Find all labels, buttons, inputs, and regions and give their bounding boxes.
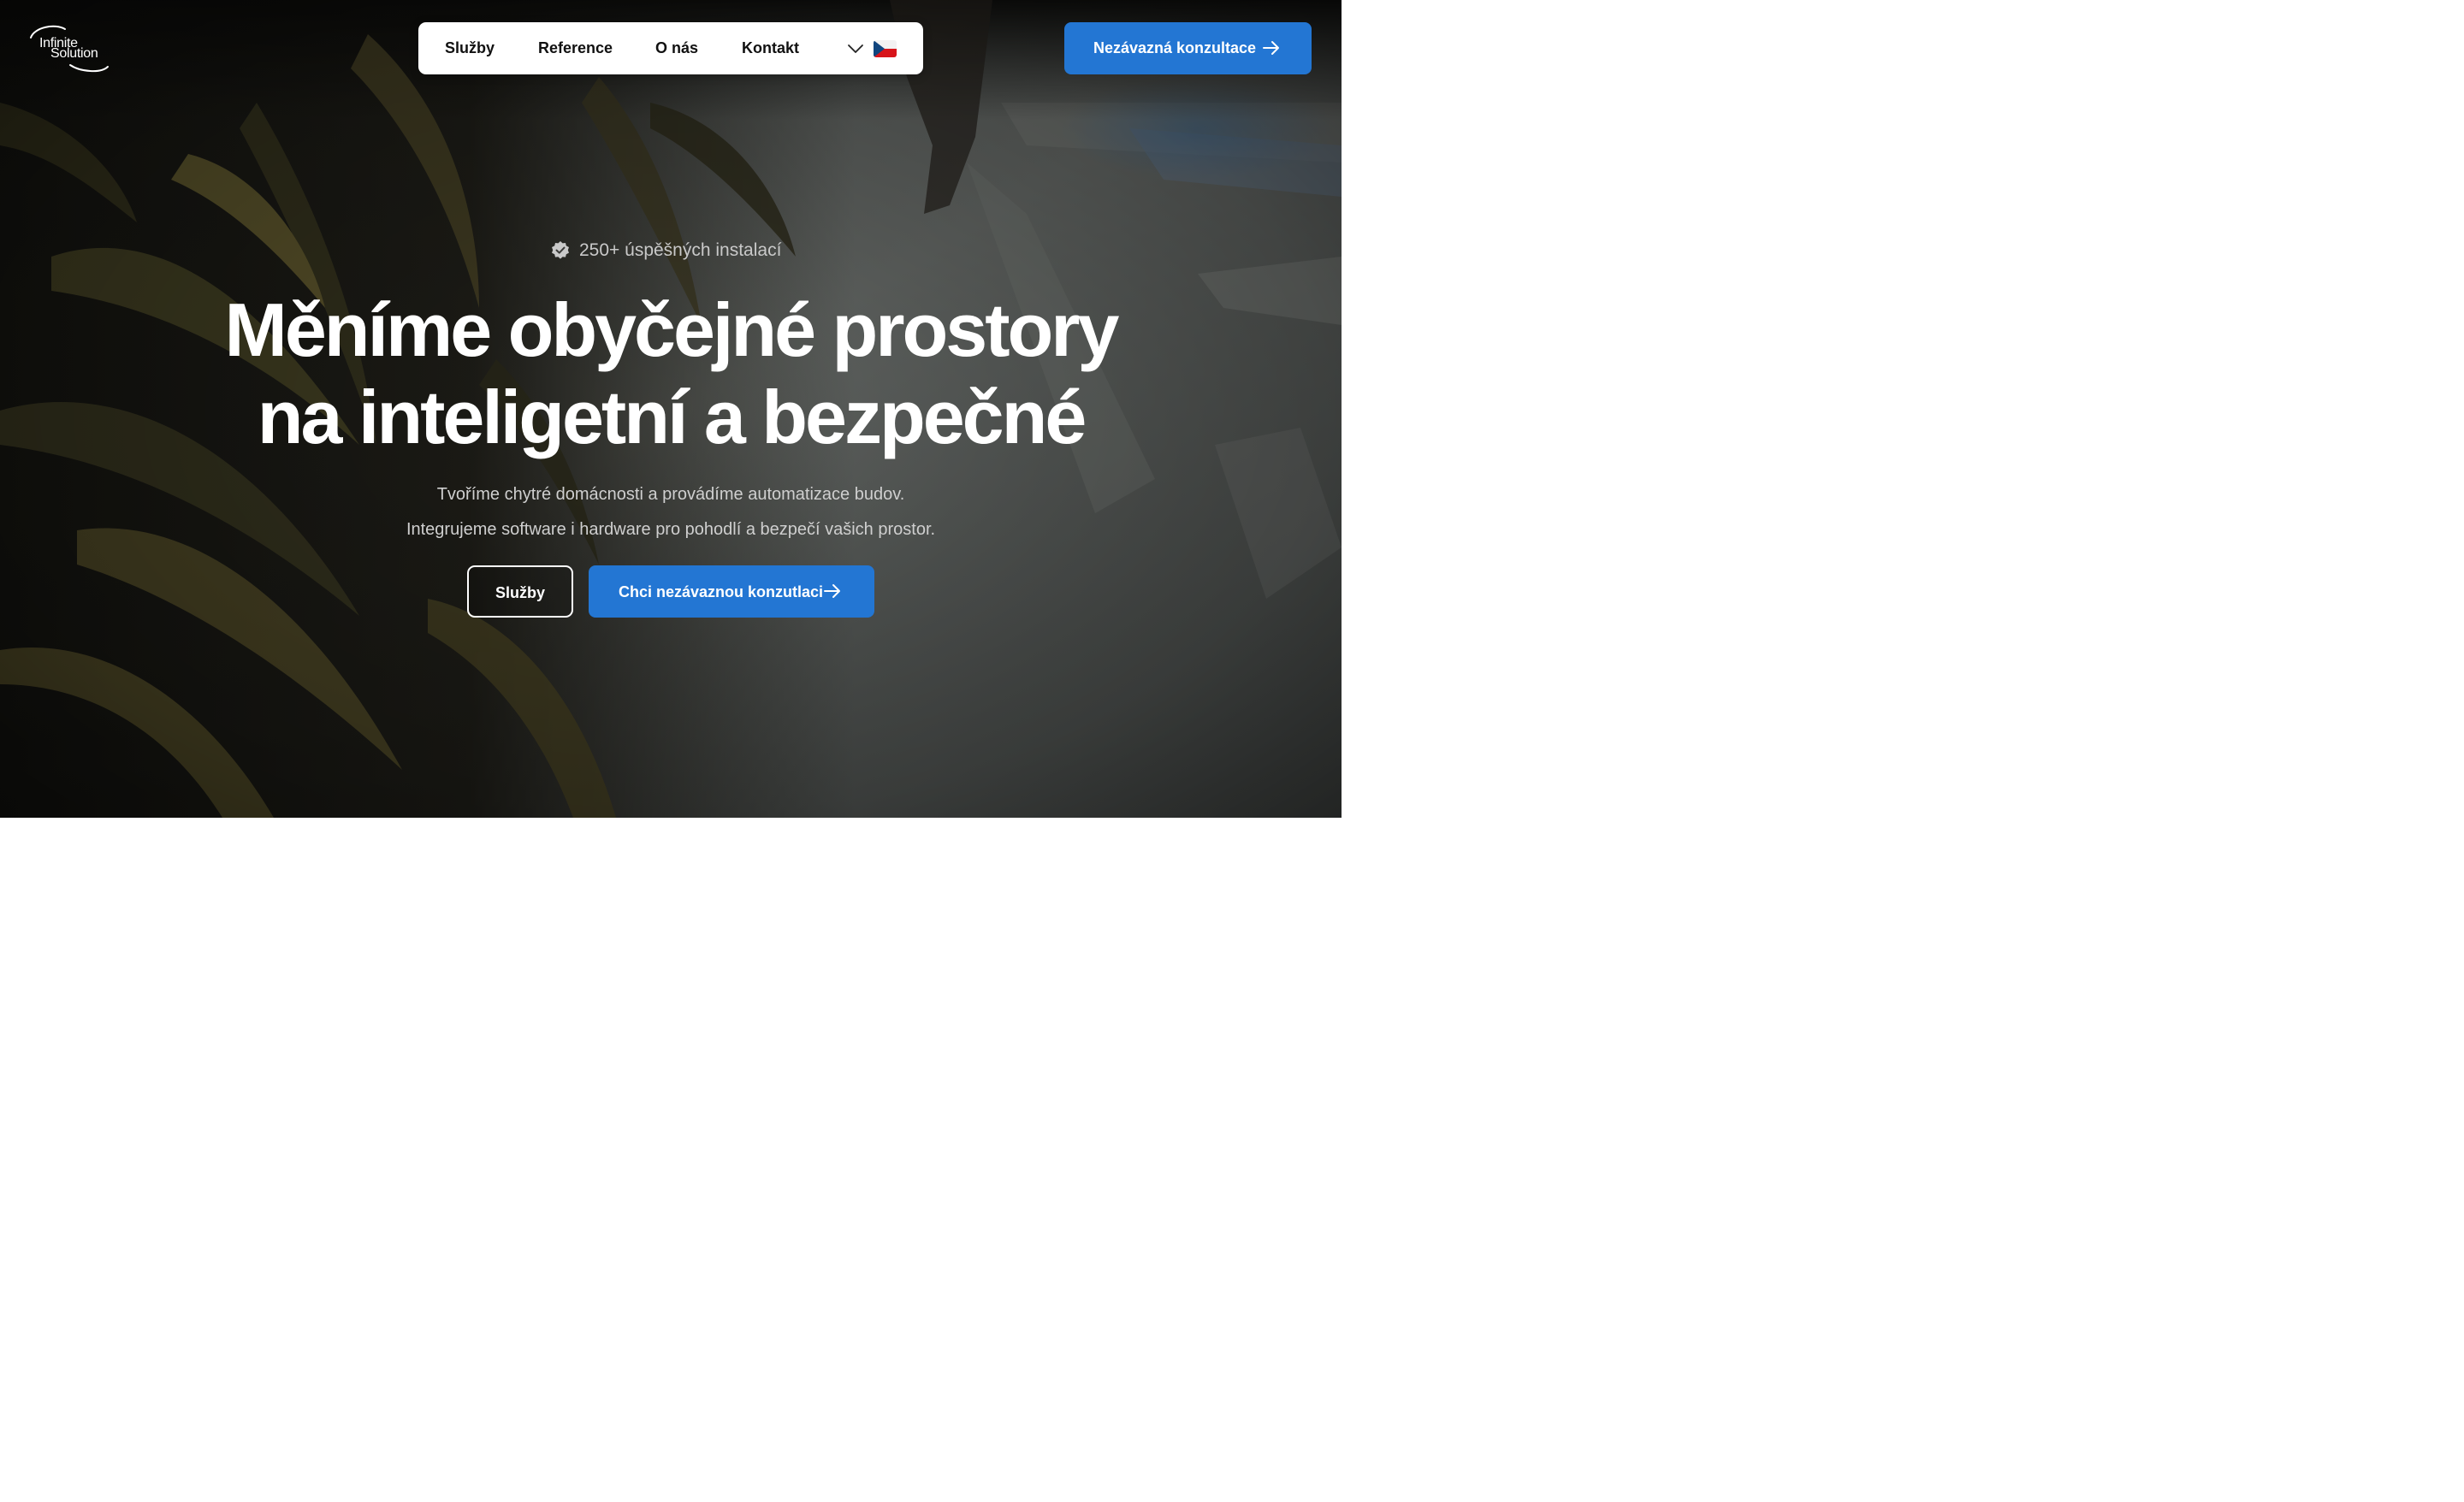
nav-item-kontakt[interactable]: Kontakt [742,38,799,57]
services-button-label: Služby [495,584,545,601]
nav-item-sluzby[interactable]: Služby [445,38,495,57]
chevron-down-icon [848,44,863,53]
language-selector[interactable] [843,37,903,61]
main-navigation: Služby Reference O nás Kontakt [418,22,923,74]
hero-page: Infinite Solution Služby Reference O nás… [0,0,1342,818]
hero-subtitle-line1: Tvoříme chytré domácnosti a provádíme au… [436,485,905,504]
hero-subtitle-line2: Integrujeme software i hardware pro poho… [406,520,936,539]
hero-headline-line2: na inteligetní a bezpečné [257,375,1087,459]
verified-check-icon [552,241,569,259]
arrow-right-icon [1263,41,1279,55]
installations-badge-text: 250+ úspěšných instalací [579,240,782,260]
installations-badge: 250+ úspěšných instalací [550,238,798,263]
arrow-right-icon [824,584,840,598]
nav-item-reference[interactable]: Reference [538,38,613,57]
header-consultation-label: Nezávazná konzultace [1093,39,1257,56]
hero-headline-line1: Měníme obyčejné prostory [224,287,1120,372]
header-consultation-button[interactable]: Nezávazná konzultace [1064,22,1312,74]
services-button[interactable]: Služby [467,565,573,618]
logo-text-line2: Solution [50,46,98,61]
consultation-button-label: Chci nezávaznou konzutlaci [619,583,824,600]
czech-flag-icon [874,40,897,57]
nav-item-o-nas[interactable]: O nás [655,38,698,57]
consultation-button[interactable]: Chci nezávaznou konzutlaci [589,565,874,618]
brand-logo[interactable]: Infinite Solution [26,24,111,74]
